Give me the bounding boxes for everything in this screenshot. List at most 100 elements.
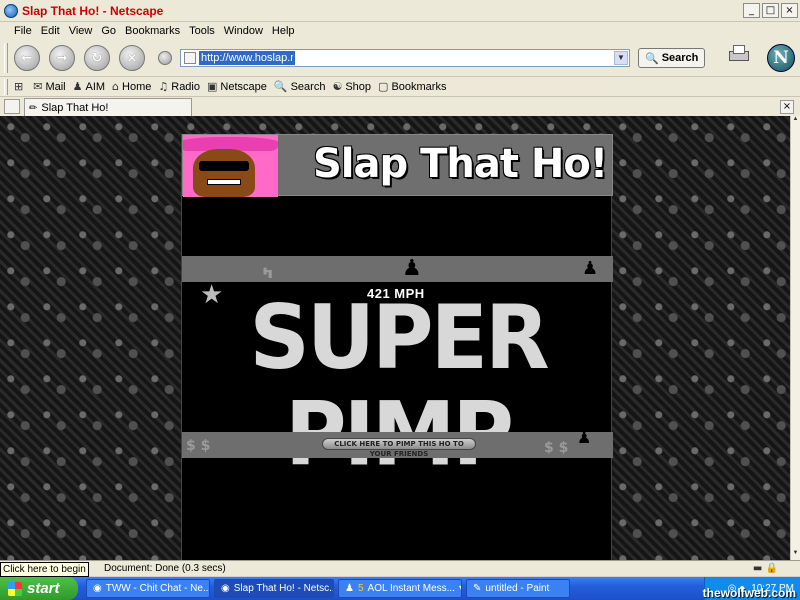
forward-arrow-icon: → xyxy=(56,50,68,66)
minimize-button[interactable]: _ xyxy=(743,3,760,18)
house-icon: ⌂ xyxy=(112,80,120,93)
netscape-window: Slap That Ho! - Netscape _ □ × File Edit… xyxy=(0,0,800,600)
search-button[interactable]: 🔍 Search xyxy=(638,48,706,68)
toolbar-shop-label: Shop xyxy=(345,80,372,93)
reload-button[interactable]: ↻ xyxy=(84,45,110,71)
personal-toolbar-grip[interactable] xyxy=(4,78,8,95)
start-label: start xyxy=(27,580,60,597)
toolbar-netscape[interactable]: ▣ Netscape xyxy=(207,80,267,93)
toolbar-home[interactable]: ⌂ Home xyxy=(112,80,151,93)
home-toolbar-icon[interactable]: ⊞ xyxy=(14,80,26,93)
toolbar-aim[interactable]: ♟ AIM xyxy=(73,80,105,93)
site-icon xyxy=(158,51,172,65)
close-button[interactable]: × xyxy=(781,3,798,18)
silhouette-decoration-icon: ♟ xyxy=(402,256,422,281)
toolbar-shop[interactable]: ☯ Shop xyxy=(332,80,371,93)
menu-bookmarks[interactable]: Bookmarks xyxy=(125,25,180,37)
aim-count: 5 xyxy=(357,583,364,594)
menu-file[interactable]: File xyxy=(14,25,32,37)
netscape-app-icon xyxy=(4,3,18,18)
menu-go[interactable]: Go xyxy=(101,25,116,37)
netscape-my-icon: ▣ xyxy=(207,80,218,93)
personal-toolbar: ⊞ ✉ Mail ♟ AIM ⌂ Home ♫ Radio ▣ Netscape 🔍 Sea… xyxy=(0,76,800,96)
window-title: Slap That Ho! - Netscape xyxy=(22,3,164,18)
toolbar-radio[interactable]: ♫ Radio xyxy=(158,80,200,93)
title-bar: Slap That Ho! - Netscape _ □ × xyxy=(0,0,800,22)
pimp-to-friends-button[interactable]: CLICK HERE TO PIMP THIS HO TO YOUR FRIEN… xyxy=(322,438,476,458)
page-icon xyxy=(184,52,196,64)
menu-view[interactable]: View xyxy=(69,25,93,37)
toolbar-bookmarks-label: Bookmarks xyxy=(391,80,447,93)
netscape-task-icon-active: ◉ xyxy=(221,583,230,594)
back-button[interactable]: ← xyxy=(14,45,40,71)
toolbar-bookmarks[interactable]: ▢ Bookmarks xyxy=(378,80,446,93)
tab-slap-that-ho[interactable]: ✏ Slap That Ho! xyxy=(24,98,192,117)
page-viewport: Slap That Ho! ߤ ♟ ♟ ★ 421 MPH SUPER PIMP… xyxy=(0,116,790,560)
magnifier-icon: 🔍 xyxy=(645,51,659,65)
menu-window[interactable]: Window xyxy=(224,25,263,37)
task-label-slap: Slap That Ho! - Netsc... xyxy=(233,583,334,594)
close-tab-button[interactable]: × xyxy=(780,100,794,114)
url-dropdown-icon[interactable]: ▼ xyxy=(614,51,628,65)
task-slap-that-ho[interactable]: ◉ Slap That Ho! - Netsc... xyxy=(214,579,334,598)
maximize-button[interactable]: □ xyxy=(762,3,779,18)
stop-icon: × xyxy=(126,50,138,66)
toolbar-mail-label: Mail xyxy=(45,80,66,93)
menu-help[interactable]: Help xyxy=(272,25,295,37)
toolbar-netscape-label: Netscape xyxy=(220,80,267,93)
vertical-scrollbar[interactable]: ▲ ▼ xyxy=(790,116,800,560)
menu-edit[interactable]: Edit xyxy=(41,25,60,37)
windows-taskbar: start ◉ TWW - Chit Chat - Ne... ◉ Slap T… xyxy=(0,577,800,600)
task-tww-chit-chat[interactable]: ◉ TWW - Chit Chat - Ne... xyxy=(86,579,210,598)
reload-icon: ↻ xyxy=(91,50,103,66)
url-bar[interactable]: ▼ xyxy=(180,49,630,67)
back-arrow-icon: ← xyxy=(21,50,33,66)
toolbar-mail[interactable]: ✉ Mail xyxy=(33,80,65,93)
tab-page-icon: ✏ xyxy=(29,102,38,114)
toolbar-aim-label: AIM xyxy=(85,80,106,93)
windows-flag-icon xyxy=(8,581,22,596)
url-input[interactable] xyxy=(199,51,295,65)
start-tooltip: Click here to begin xyxy=(0,562,89,577)
new-tab-button[interactable] xyxy=(4,99,20,114)
start-button[interactable]: start xyxy=(0,577,78,600)
menu-tools[interactable]: Tools xyxy=(189,25,215,37)
aim-icon: ♟ xyxy=(72,80,83,93)
status-text: Document: Done (0.3 secs) xyxy=(104,563,226,574)
silhouette-decoration-right-icon: ♟ xyxy=(582,258,599,279)
task-aim[interactable]: ♟ 5 AOL Instant Mess... ▾ xyxy=(338,579,462,598)
watermark: thewolfweb.com xyxy=(702,586,796,600)
aim-task-icon: ♟ xyxy=(345,583,354,594)
security-lock-icon[interactable]: ▬ 🔒 xyxy=(753,563,778,574)
aim-group-arrow-icon: ▾ xyxy=(459,583,461,594)
toolbar-search[interactable]: 🔍 Search xyxy=(274,80,326,93)
task-label-tww: TWW - Chit Chat - Ne... xyxy=(105,583,210,594)
forward-button[interactable]: → xyxy=(49,45,75,71)
print-icon[interactable] xyxy=(728,44,750,66)
search-button-label: Search xyxy=(661,52,699,64)
task-label-paint: untitled - Paint xyxy=(485,583,550,594)
pimp-face-logo xyxy=(183,135,278,197)
tab-label: Slap That Ho! xyxy=(41,102,109,114)
toolbar-grip[interactable] xyxy=(4,43,8,73)
task-paint[interactable]: ✎ untitled - Paint xyxy=(466,579,570,598)
netscape-logo-icon[interactable]: N xyxy=(767,44,795,72)
menu-bar: File Edit View Go Bookmarks Tools Window… xyxy=(0,22,800,40)
toolbar-home-icon: ⊞ xyxy=(14,80,24,93)
stop-button[interactable]: × xyxy=(119,45,145,71)
navigation-toolbar: ← → ↻ × ▼ 🔍 Search N xyxy=(0,40,800,76)
paint-task-icon: ✎ xyxy=(473,583,482,594)
radio-icon: ♫ xyxy=(158,80,169,93)
task-label-aim: AOL Instant Mess... xyxy=(367,583,455,594)
toolbar-search-label: Search xyxy=(290,80,326,93)
toolbar-search-icon: 🔍 xyxy=(273,80,288,93)
silhouette-bottom-icon: ♟ xyxy=(577,428,592,447)
scroll-up-icon[interactable]: ▲ xyxy=(791,116,800,126)
dollar-right-icon: $ $ xyxy=(544,440,569,456)
site-header: Slap That Ho! xyxy=(182,134,613,197)
netscape-task-icon: ◉ xyxy=(93,583,102,594)
shop-icon: ☯ xyxy=(332,80,343,93)
hoslap-page: Slap That Ho! ߤ ♟ ♟ ★ 421 MPH SUPER PIMP… xyxy=(181,134,613,560)
dollar-left-icon: $ $ xyxy=(186,438,211,454)
scroll-down-icon[interactable]: ▼ xyxy=(791,550,800,560)
